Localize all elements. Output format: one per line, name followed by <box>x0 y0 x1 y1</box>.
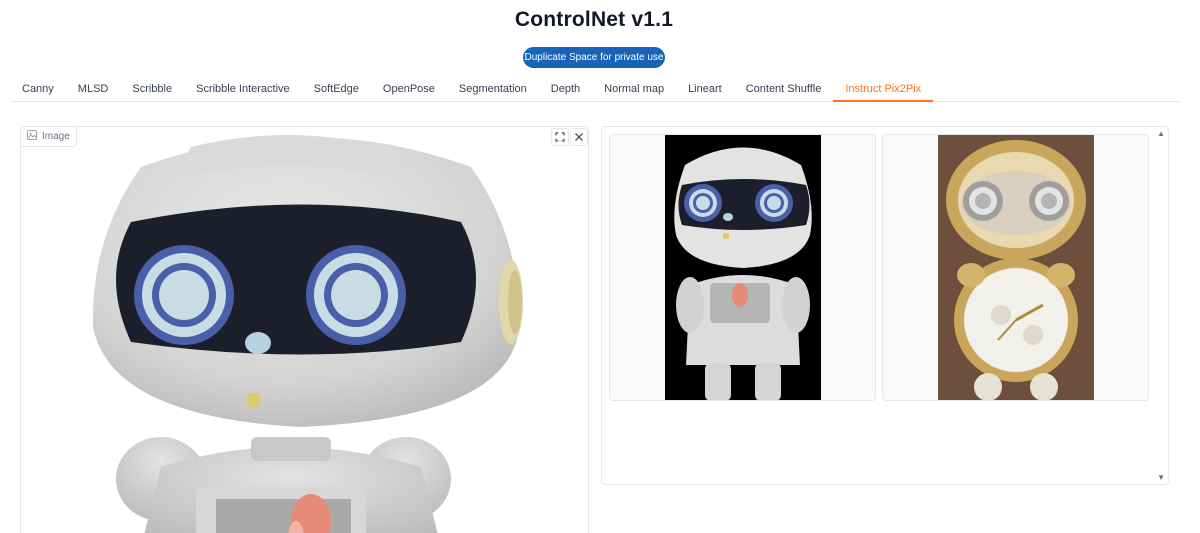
output-gallery: ▲ ▼ <box>601 126 1169 485</box>
tab-normal-map[interactable]: Normal map <box>592 79 676 101</box>
tab-canny[interactable]: Canny <box>10 79 66 101</box>
tab-openpose[interactable]: OpenPose <box>371 79 447 101</box>
page-title: ControlNet v1.1 <box>514 8 674 31</box>
tab-mlsd[interactable]: MLSD <box>66 79 121 101</box>
robot-control-image <box>610 135 875 400</box>
image-label: Image <box>21 127 77 147</box>
scroll-down-icon[interactable]: ▼ <box>1157 473 1165 482</box>
tab-scribble-interactive[interactable]: Scribble Interactive <box>184 79 302 101</box>
tab-softedge[interactable]: SoftEdge <box>302 79 371 101</box>
robot-image <box>21 127 588 533</box>
tab-instruct-pix2pix[interactable]: Instruct Pix2Pix <box>833 79 934 102</box>
gallery-item-result[interactable] <box>882 134 1149 401</box>
tab-bar: Canny MLSD Scribble Scribble Interactive… <box>10 79 1180 102</box>
tab-content-shuffle[interactable]: Content Shuffle <box>734 79 834 101</box>
scroll-up-icon[interactable]: ▲ <box>1157 129 1165 138</box>
tab-lineart[interactable]: Lineart <box>676 79 734 101</box>
close-icon[interactable] <box>570 128 588 146</box>
input-image-panel[interactable]: Image <box>20 126 589 533</box>
gallery-item-control[interactable] <box>609 134 876 401</box>
fullscreen-icon[interactable] <box>551 128 569 146</box>
image-icon <box>27 130 37 143</box>
tab-depth[interactable]: Depth <box>539 79 592 101</box>
gold-watch-robot-image <box>883 135 1148 400</box>
image-label-text: Image <box>42 131 70 142</box>
duplicate-space-button[interactable]: Duplicate Space for private use <box>523 47 665 68</box>
tab-scribble[interactable]: Scribble <box>120 79 184 101</box>
tab-segmentation[interactable]: Segmentation <box>447 79 539 101</box>
